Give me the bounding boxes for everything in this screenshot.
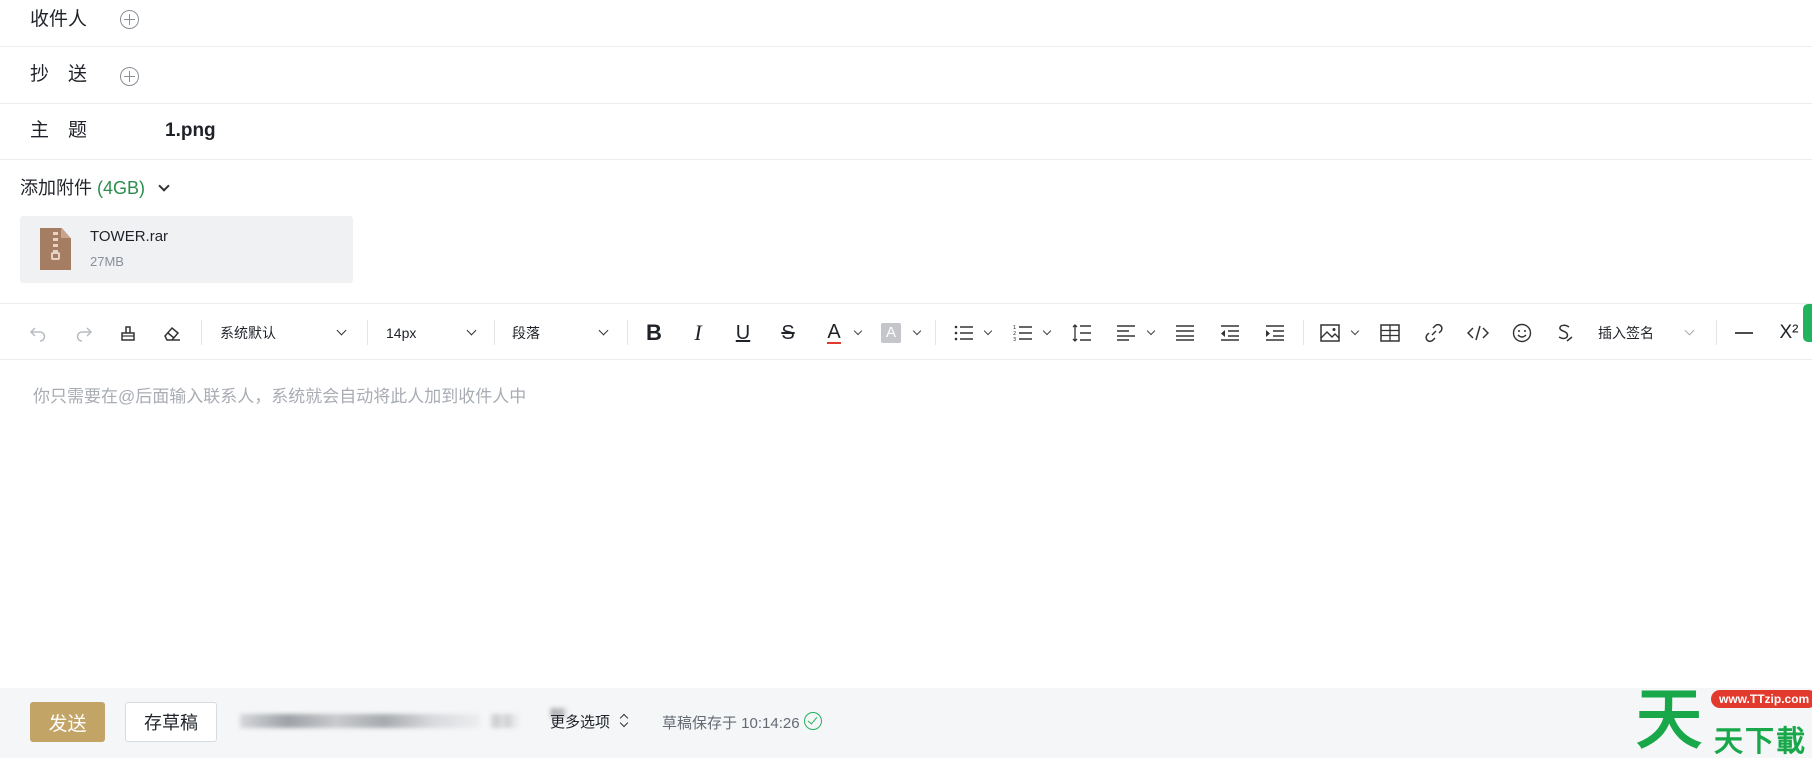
add-attachment-button[interactable]: 添加附件 (4GB) [20,174,170,202]
archive-icon [40,228,71,270]
font-family-select[interactable]: 系统默认 [220,304,350,361]
chevron-down-icon[interactable] [158,180,170,192]
align-left-icon[interactable] [1112,304,1140,361]
editor-body[interactable]: 你只需要在@后面输入联系人，系统就会自动将此人加到收件人中 [33,382,526,407]
background-color-icon: A [881,322,901,343]
toolbar-divider [935,320,936,345]
horizontal-rule-icon[interactable] [1730,304,1758,361]
block-format-value: 段落 [512,324,540,341]
side-tab[interactable] [1803,304,1812,342]
font-color-button[interactable]: A [820,304,848,361]
block-format-select[interactable]: 段落 [512,304,612,361]
superscript-button[interactable]: X² [1774,304,1804,361]
indent-icon[interactable] [1261,304,1289,361]
toolbar-divider [367,320,368,345]
italic-icon: I [694,319,702,345]
bold-icon: B [646,319,662,345]
watermark-logo: 天 www.TTzip.com 天下載 [1636,682,1812,758]
attachment-quota: (4GB) [97,178,146,198]
font-size-select[interactable]: 14px [386,304,482,361]
line-height-icon[interactable] [1068,304,1096,361]
italic-button[interactable]: I [684,304,712,361]
toolbar-divider [201,320,202,345]
watermark-glyph: 天 [1636,681,1702,758]
chevron-down-icon [466,325,477,336]
font-family-value: 系统默认 [220,324,276,341]
justify-icon[interactable] [1171,304,1199,361]
subject-input[interactable]: 1.png [165,111,216,151]
numbered-list-icon[interactable]: 123 [1009,304,1037,361]
image-icon[interactable] [1316,304,1344,361]
to-row[interactable]: 收件人 [0,0,1812,47]
undo-icon[interactable] [24,304,52,361]
bold-button[interactable]: B [640,304,668,361]
underline-button[interactable]: U [729,304,757,361]
editor-toolbar: 系统默认 14px 段落 B I U S A A 123 插入签名 X² [0,303,1812,360]
add-recipient-icon[interactable] [120,10,139,29]
cc-label: 抄 送 [30,64,88,85]
chevron-down-icon[interactable] [912,326,922,336]
insert-signature-label: 插入签名 [1598,324,1654,341]
chevron-down-icon[interactable] [1350,326,1360,336]
attachment-item[interactable]: TOWER.rar 27MB [20,216,353,283]
emoji-icon[interactable] [1508,304,1536,361]
attachment-file-name: TOWER.rar [90,228,169,245]
toolbar-divider [1303,320,1304,345]
chevron-down-icon[interactable] [1146,326,1156,336]
cc-row[interactable]: 抄 送 [0,47,1812,104]
redo-icon[interactable] [70,304,98,361]
link-icon[interactable] [1420,304,1448,361]
format-painter-icon[interactable] [114,304,142,361]
superscript-icon: X² [1779,321,1799,343]
strikethrough-button[interactable]: S [774,304,802,361]
chevron-down-icon [598,325,609,336]
strikethrough-icon: S [781,321,795,344]
chevron-down-icon[interactable] [1042,326,1052,336]
signature-icon[interactable] [1551,304,1579,361]
insert-signature-select[interactable]: 插入签名 [1598,304,1698,361]
subject-label: 主 题 [30,120,88,141]
check-circle-icon [804,712,822,730]
watermark-name: 天下載 [1714,726,1808,758]
chevron-down-icon[interactable] [853,326,863,336]
add-cc-icon[interactable] [120,67,139,86]
toolbar-divider [1716,320,1717,345]
subject-row[interactable]: 主 题 1.png [0,104,1812,160]
blurred-region [490,714,520,728]
toolbar-divider [627,320,628,345]
bullet-list-icon[interactable] [950,304,978,361]
background-color-button[interactable]: A [877,304,905,361]
watermark-url: www.TTzip.com [1711,690,1812,708]
chevron-down-icon[interactable] [983,326,993,336]
attachment-file-size: 27MB [90,254,124,269]
to-label: 收件人 [30,9,88,30]
underline-icon: U [735,321,751,344]
chevron-down-icon [336,325,347,336]
compose-footer: 发送 存草稿 更多选项 草稿保存于 10:14:26 [0,688,1812,758]
up-down-chevron-icon[interactable] [620,714,628,728]
send-button[interactable]: 发送 [30,702,105,742]
add-attachment-label: 添加附件 [20,178,92,198]
more-options-button[interactable]: 更多选项 [550,711,610,732]
outdent-icon[interactable] [1216,304,1244,361]
table-icon[interactable] [1376,304,1404,361]
save-draft-button[interactable]: 存草稿 [125,702,217,742]
eraser-icon[interactable] [158,304,186,361]
draft-saved-status: 草稿保存于 10:14:26 [662,715,800,732]
font-color-icon: A [827,320,841,344]
blurred-region [240,714,480,728]
font-size-value: 14px [386,324,417,341]
toolbar-divider [494,320,495,345]
svg-text:3: 3 [1013,337,1016,342]
code-icon[interactable] [1464,304,1492,361]
chevron-down-icon [1684,325,1695,336]
